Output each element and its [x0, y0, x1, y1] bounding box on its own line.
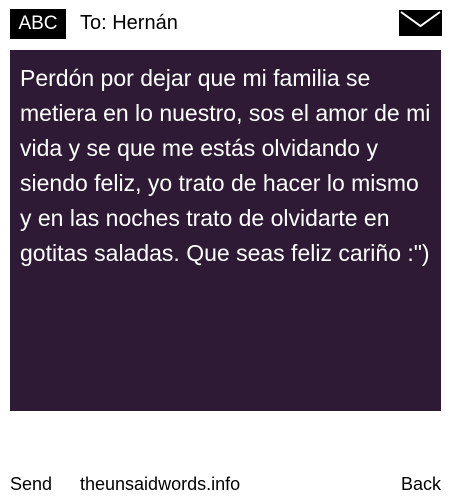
send-button[interactable]: Send — [10, 470, 52, 498]
envelope-icon[interactable] — [399, 10, 442, 36]
back-button[interactable]: Back — [401, 470, 441, 498]
recipient-label: To: Hernán — [80, 12, 178, 34]
softkey-bar: Send theunsaidwords.info Back — [0, 470, 450, 500]
site-label: theunsaidwords.info — [80, 474, 241, 494]
input-mode-badge[interactable]: ABC — [10, 9, 66, 39]
message-text: Perdón por dejar que mi familia se metie… — [20, 65, 431, 266]
header-bar: ABC To: Hernán — [0, 0, 450, 46]
message-body-panel[interactable]: Perdón por dejar que mi familia se metie… — [10, 50, 441, 411]
